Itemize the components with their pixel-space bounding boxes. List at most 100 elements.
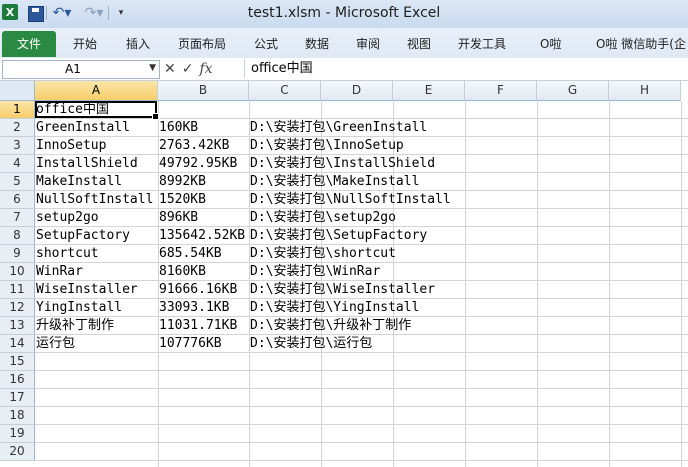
cell-b[interactable]: 107776KB (159, 335, 222, 353)
cell-b[interactable]: 8160KB (159, 263, 206, 281)
cell-a[interactable]: office中国 (36, 101, 109, 119)
cell-c[interactable]: D:\安装打包\shortcut (250, 245, 396, 263)
column-header-b[interactable]: B (158, 81, 249, 101)
name-box[interactable]: A1 ▼ (2, 60, 160, 79)
cell-b[interactable]: 896KB (159, 209, 198, 227)
cell-a[interactable]: setup2go (36, 209, 99, 227)
row-header[interactable]: 4 (0, 155, 35, 173)
tab-home[interactable]: 开始 (73, 35, 97, 52)
column-header-h[interactable]: H (609, 81, 681, 101)
cell-a[interactable]: GreenInstall (36, 119, 130, 137)
cell-a[interactable]: WiseInstaller (36, 281, 138, 299)
table-row: office中国 (35, 101, 688, 119)
row-header[interactable]: 16 (0, 371, 35, 389)
row-header[interactable]: 9 (0, 245, 35, 263)
tab-developer[interactable]: 开发工具 (458, 35, 506, 52)
cell-a[interactable]: SetupFactory (36, 227, 130, 245)
cell-a[interactable]: InstallShield (36, 155, 138, 173)
cell-c[interactable]: D:\安装打包\MakeInstall (250, 173, 419, 191)
row-header[interactable]: 10 (0, 263, 35, 281)
tab-file[interactable]: 文件 (2, 31, 56, 57)
cell-c[interactable]: D:\安装打包\InnoSetup (250, 137, 404, 155)
cell-c[interactable]: D:\安装打包\setup2go (250, 209, 396, 227)
table-row: shortcut 685.54KB D:\安装打包\shortcut (35, 245, 688, 263)
column-header-d[interactable]: D (321, 81, 393, 101)
cell-b[interactable]: 685.54KB (159, 245, 222, 263)
row-header[interactable]: 8 (0, 227, 35, 245)
chevron-down-icon[interactable]: ▼ (149, 63, 156, 73)
cell-b[interactable]: 49792.95KB (159, 155, 237, 173)
insert-function-icon[interactable]: fx (199, 61, 212, 77)
column-header-c[interactable]: C (249, 81, 321, 101)
table-row: MakeInstall 8992KB D:\安装打包\MakeInstall (35, 173, 688, 191)
cell-b[interactable]: 33093.1KB (159, 299, 229, 317)
cell-b[interactable]: 91666.16KB (159, 281, 237, 299)
row-header[interactable]: 5 (0, 173, 35, 191)
table-row: NullSoftInstall 1520KB D:\安装打包\NullSoftIns… (35, 191, 688, 209)
row-header[interactable]: 15 (0, 353, 35, 371)
row-header[interactable]: 18 (0, 407, 35, 425)
row-header[interactable]: 17 (0, 389, 35, 407)
table-row: GreenInstall 160KB D:\安装打包\GreenInstall (35, 119, 688, 137)
cell-c[interactable]: D:\安装打包\WinRar (250, 263, 380, 281)
title-bar: X ↶▾ ↷▾ ▾ test1.xlsm - Microsoft Excel (0, 0, 688, 28)
cell-b[interactable]: 11031.71KB (159, 317, 237, 335)
row-header[interactable]: 11 (0, 281, 35, 299)
tab-ola[interactable]: O啦 (540, 35, 561, 52)
row-header[interactable]: 12 (0, 299, 35, 317)
window-title: test1.xlsm - Microsoft Excel (247, 5, 441, 21)
cell-a[interactable]: WinRar (36, 263, 83, 281)
select-all-corner[interactable] (0, 81, 35, 101)
cell-a[interactable]: MakeInstall (36, 173, 122, 191)
column-header-g[interactable]: G (537, 81, 609, 101)
table-row: SetupFactory 135642.52KB D:\安装打包\SetupFact… (35, 227, 688, 245)
tab-insert[interactable]: 插入 (126, 35, 150, 52)
tab-view[interactable]: 视图 (407, 35, 431, 52)
tab-ola-wechat[interactable]: O啦 微信助手(企 (596, 35, 686, 52)
column-header-a[interactable]: A (35, 81, 158, 101)
column-header-e[interactable]: E (393, 81, 465, 101)
row-header[interactable]: 19 (0, 425, 35, 443)
tab-data[interactable]: 数据 (305, 35, 329, 52)
cell-c[interactable]: D:\安装打包\运行包 (250, 335, 372, 353)
cell-a[interactable]: 运行包 (36, 335, 75, 353)
tab-page-layout[interactable]: 页面布局 (178, 35, 226, 52)
cancel-icon[interactable]: ✕ (164, 61, 176, 77)
row-header[interactable]: 6 (0, 191, 35, 209)
cell-b[interactable]: 160KB (159, 119, 198, 137)
row-header[interactable]: 1 (0, 101, 35, 119)
row-header[interactable]: 7 (0, 209, 35, 227)
cell-a[interactable]: YingInstall (36, 299, 122, 317)
cell-b[interactable]: 1520KB (159, 191, 206, 209)
cell-a[interactable]: NullSoftInstall (36, 191, 153, 209)
cell-c[interactable]: D:\安装打包\GreenInstall (250, 119, 427, 137)
row-header[interactable]: 2 (0, 119, 35, 137)
cell-c[interactable]: D:\安装打包\YingInstall (250, 299, 419, 317)
cell-c[interactable]: D:\安装打包\升级补丁制作 (250, 317, 411, 335)
table-row: 升级补丁制作 11031.71KB D:\安装打包\升级补丁制作 (35, 317, 688, 335)
cell-b[interactable]: 2763.42KB (159, 137, 229, 155)
cell-c[interactable]: D:\安装打包\SetupFactory (250, 227, 427, 245)
cell-a[interactable]: InnoSetup (36, 137, 106, 155)
cell-b[interactable]: 8992KB (159, 173, 206, 191)
column-header-f[interactable]: F (465, 81, 537, 101)
cell-c[interactable]: D:\安装打包\InstallShield (250, 155, 435, 173)
row-header[interactable]: 20 (0, 443, 35, 461)
cell-c[interactable]: D:\安装打包\NullSoftInstall (250, 191, 451, 209)
cell-b[interactable]: 135642.52KB (159, 227, 245, 245)
table-row: 运行包 107776KB D:\安装打包\运行包 (35, 335, 688, 353)
tab-formulas[interactable]: 公式 (254, 35, 278, 52)
row-header[interactable]: 14 (0, 335, 35, 353)
tab-review[interactable]: 审阅 (356, 35, 380, 52)
formula-controls: ✕ ✓ fx (164, 59, 213, 79)
cell-c[interactable]: D:\安装打包\WiseInstaller (250, 281, 435, 299)
table-row: setup2go 896KB D:\安装打包\setup2go (35, 209, 688, 227)
formula-bar: A1 ▼ ✕ ✓ fx office中国 (0, 58, 688, 81)
row-header[interactable]: 3 (0, 137, 35, 155)
cell-a[interactable]: shortcut (36, 245, 99, 263)
cell-a[interactable]: 升级补丁制作 (36, 317, 114, 335)
name-box-value: A1 (65, 62, 81, 76)
row-header[interactable]: 13 (0, 317, 35, 335)
enter-check-icon[interactable]: ✓ (182, 61, 194, 77)
formula-input[interactable]: office中国 (244, 59, 688, 78)
